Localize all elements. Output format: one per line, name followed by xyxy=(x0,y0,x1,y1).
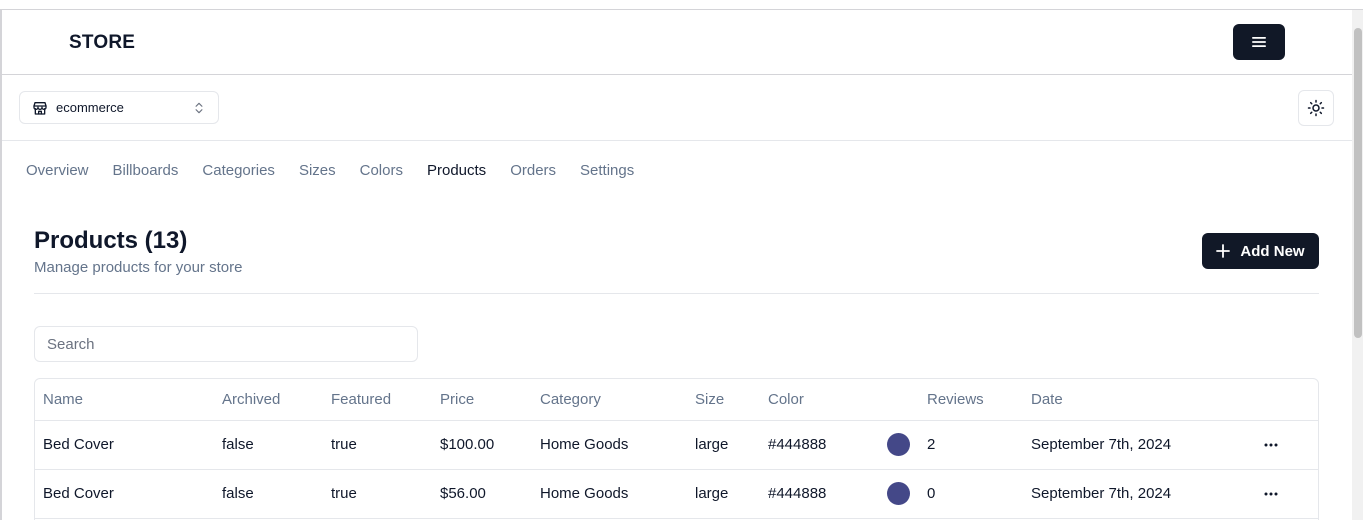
cell-category: Home Goods xyxy=(532,420,687,470)
nav-item-sizes[interactable]: Sizes xyxy=(299,162,336,179)
cell-color: #444888 xyxy=(760,469,879,519)
col-header-actions xyxy=(1256,379,1318,421)
more-horizontal-icon[interactable] xyxy=(1264,492,1280,496)
table-row[interactable]: Bed Cover false true $56.00 Home Goods l… xyxy=(35,469,1318,519)
store-icon xyxy=(33,101,47,115)
col-header-price[interactable]: Price xyxy=(432,379,532,421)
cell-actions xyxy=(1256,420,1318,470)
header-divider xyxy=(34,293,1319,294)
color-swatch xyxy=(887,433,910,456)
col-header-featured[interactable]: Featured xyxy=(323,379,432,421)
col-header-archived[interactable]: Archived xyxy=(214,379,323,421)
col-header-category[interactable]: Category xyxy=(532,379,687,421)
cell-archived: false xyxy=(214,420,323,470)
page-subtitle: Manage products for your store xyxy=(34,259,243,276)
table-header-row: Name Archived Featured Price Category Si… xyxy=(35,379,1318,421)
nav-item-billboards[interactable]: Billboards xyxy=(113,162,179,179)
color-swatch xyxy=(887,482,910,505)
cell-date: September 7th, 2024 xyxy=(1023,469,1256,519)
nav-item-colors[interactable]: Colors xyxy=(360,162,403,179)
store-toolbar: ecommerce xyxy=(2,75,1352,141)
window-top-edge xyxy=(0,0,1363,10)
hamburger-icon xyxy=(1252,37,1266,47)
main-nav: Overview Billboards Categories Sizes Col… xyxy=(26,162,658,179)
cell-actions xyxy=(1256,469,1318,519)
page-scrollbar[interactable] xyxy=(1352,10,1363,520)
nav-item-overview[interactable]: Overview xyxy=(26,162,89,179)
cell-archived: false xyxy=(214,469,323,519)
cell-name: Bed Cover xyxy=(35,420,214,470)
col-header-name[interactable]: Name xyxy=(35,379,214,421)
cell-price: $100.00 xyxy=(432,420,532,470)
col-header-date[interactable]: Date xyxy=(1023,379,1256,421)
store-switcher-label: ecommerce xyxy=(56,100,124,115)
add-new-label: Add New xyxy=(1240,242,1305,260)
nav-item-products[interactable]: Products xyxy=(427,162,486,179)
cell-reviews: 2 xyxy=(919,420,1023,470)
app-header: STORE xyxy=(2,10,1352,75)
cell-swatch xyxy=(879,469,919,519)
chevrons-up-down-icon xyxy=(195,102,203,114)
add-new-button[interactable]: Add New xyxy=(1202,233,1319,269)
nav-item-settings[interactable]: Settings xyxy=(580,162,634,179)
nav-item-orders[interactable]: Orders xyxy=(510,162,556,179)
cell-size: large xyxy=(687,420,760,470)
scrollbar-thumb[interactable] xyxy=(1354,28,1362,338)
cell-color: #444888 xyxy=(760,420,879,470)
table-row[interactable]: Bed Cover false true $100.00 Home Goods … xyxy=(35,420,1318,470)
col-header-swatch xyxy=(879,379,919,421)
cell-category: Home Goods xyxy=(532,469,687,519)
cell-name: Bed Cover xyxy=(35,469,214,519)
cell-featured: true xyxy=(323,420,432,470)
cell-size: large xyxy=(687,469,760,519)
col-header-reviews[interactable]: Reviews xyxy=(919,379,1023,421)
nav-item-categories[interactable]: Categories xyxy=(202,162,275,179)
theme-toggle-button[interactable] xyxy=(1298,90,1334,126)
cell-price: $56.00 xyxy=(432,469,532,519)
search-input[interactable] xyxy=(34,326,418,362)
menu-button[interactable] xyxy=(1233,24,1285,60)
cell-swatch xyxy=(879,420,919,470)
cell-reviews: 0 xyxy=(919,469,1023,519)
col-header-size[interactable]: Size xyxy=(687,379,760,421)
cell-featured: true xyxy=(323,469,432,519)
cell-date: September 7th, 2024 xyxy=(1023,420,1256,470)
col-header-color[interactable]: Color xyxy=(760,379,879,421)
products-table: Name Archived Featured Price Category Si… xyxy=(34,378,1319,520)
page-title: Products (13) xyxy=(34,227,188,254)
store-logo[interactable]: STORE xyxy=(69,32,135,54)
plus-icon xyxy=(1216,244,1231,258)
sun-icon xyxy=(1307,99,1325,117)
store-switcher[interactable]: ecommerce xyxy=(19,91,219,124)
more-horizontal-icon[interactable] xyxy=(1264,443,1280,447)
